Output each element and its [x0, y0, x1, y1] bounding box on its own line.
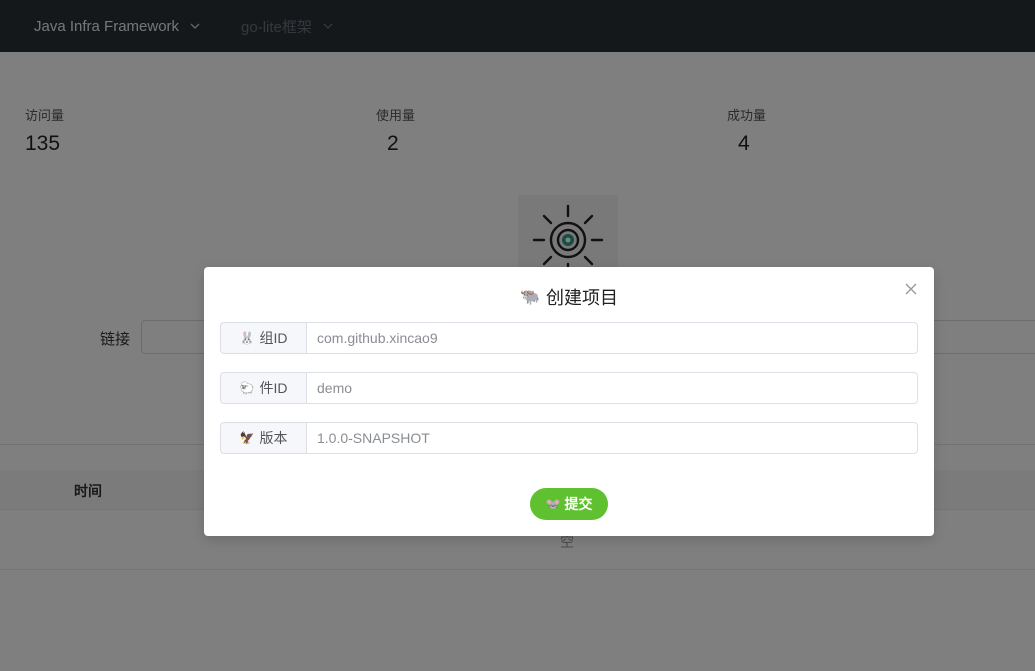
eagle-icon: 🦅 [239, 431, 255, 445]
artifact-id-label: 件ID [259, 380, 288, 396]
artifact-id-input[interactable] [306, 372, 918, 404]
mouse-icon: 🐭 [545, 497, 561, 511]
artifact-id-addon: 🐑 件ID [220, 372, 306, 404]
dialog-title-text: 创建项目 [545, 288, 618, 308]
group-id-input[interactable] [306, 322, 918, 354]
close-icon[interactable] [904, 282, 918, 296]
create-project-dialog: 🐃 创建项目 🐰 组ID 🐑 件ID 🦅 版本 🐭 提交 [204, 267, 934, 536]
rabbit-icon: 🐰 [239, 331, 255, 345]
dialog-title: 🐃 创建项目 [204, 284, 934, 310]
version-addon: 🦅 版本 [220, 422, 306, 454]
submit-button[interactable]: 🐭 提交 [530, 488, 608, 520]
version-field: 🦅 版本 [220, 422, 918, 454]
submit-button-label: 提交 [564, 496, 593, 512]
group-id-field: 🐰 组ID [220, 322, 918, 354]
group-id-addon: 🐰 组ID [220, 322, 306, 354]
version-input[interactable] [306, 422, 918, 454]
group-id-label: 组ID [259, 330, 288, 346]
version-label: 版本 [259, 430, 288, 446]
artifact-id-field: 🐑 件ID [220, 372, 918, 404]
buffalo-icon: 🐃 [520, 289, 540, 306]
sheep-icon: 🐑 [239, 381, 255, 395]
